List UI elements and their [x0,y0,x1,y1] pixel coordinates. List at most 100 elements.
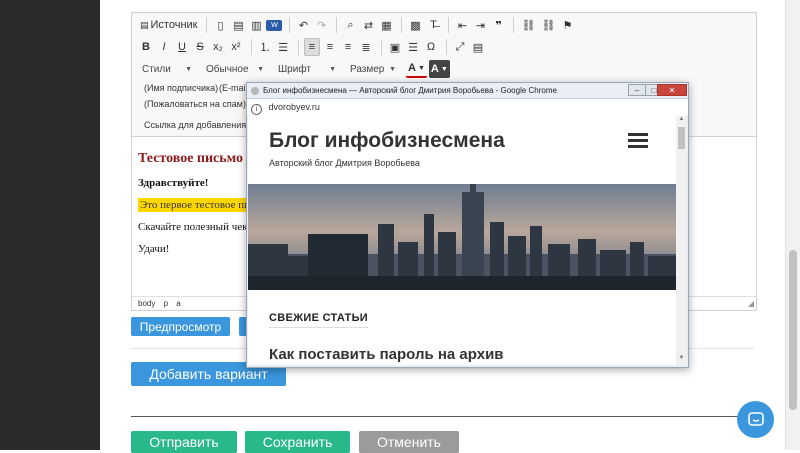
italic-button[interactable]: I [156,38,172,56]
paste-word-icon[interactable]: W [266,19,283,31]
bulleted-list-icon[interactable]: ☰ [275,38,291,56]
hero-image [248,184,676,290]
separator [448,17,450,33]
styles-combo-label: Стили [142,63,171,75]
popup-titlebar[interactable]: Блог инфобизнесмена — Авторский блог Дми… [247,83,688,98]
scroll-down-icon[interactable]: ▼ [676,355,687,365]
separator [289,17,291,33]
outdent-icon[interactable]: ⇤ [454,16,470,34]
select-all-icon[interactable]: ▦ [378,16,394,34]
bg-color-button[interactable]: A ▼ [428,60,450,78]
source-button[interactable]: ▤ Источник [138,16,199,34]
find-icon[interactable]: ⌕ [342,16,358,34]
subscript-button[interactable]: x₂ [210,38,226,56]
separator [401,17,403,33]
special-char-icon[interactable]: Ω [423,38,439,56]
address-bar[interactable]: i dvorobyev.ru [247,98,688,117]
path-body[interactable]: body [138,299,155,308]
separator [336,17,338,33]
city-skyline-image [248,184,676,290]
resize-handle-icon[interactable]: ◢ [748,299,754,308]
undo-icon[interactable]: ↶ [295,16,311,34]
size-combo-label: Размер [350,63,385,75]
show-blocks-icon[interactable]: ▤ [470,38,486,56]
toolbar-row-2: B I U S x₂ x² ⒈ ☰ ≡ ≡ ≡ ≣ ▣ ☰ Ω ⤢ ▤ [138,37,488,57]
chevron-down-icon: ▼ [257,65,264,73]
bold-button[interactable]: B [138,38,154,56]
path-a[interactable]: a [176,299,180,308]
format-combo[interactable]: Обычное ▼ [202,60,268,78]
close-icon[interactable]: ✕ [657,84,687,96]
chevron-down-icon: ▼ [329,65,336,73]
toolbar-row-3: Стили ▼ Обычное ▼ Шрифт ▼ Размер ▼ A ▼ A ▼ [138,59,452,79]
align-justify-icon[interactable]: ≣ [358,38,374,56]
popup-window-title: Блог инфобизнесмена — Авторский блог Дми… [263,86,557,95]
maximize-icon[interactable]: ⤢ [452,38,468,56]
styles-combo[interactable]: Стили ▼ [138,60,196,78]
image-icon[interactable]: ▣ [387,38,403,56]
format-block-icon[interactable]: ▩ [407,16,423,34]
blog-subtitle: Авторский блог Дмитрия Воробьева [269,158,420,168]
align-right-icon[interactable]: ≡ [340,38,356,56]
separator [251,39,252,55]
page-scroll-thumb[interactable] [789,250,797,410]
unlink-icon[interactable]: ⛓ [539,16,557,34]
paste-text-icon[interactable]: ▥ [248,16,264,34]
numbered-list-icon[interactable]: ⒈ [257,38,273,56]
hamburger-icon[interactable] [628,133,648,148]
redo-icon[interactable]: ↷ [313,16,329,34]
superscript-button[interactable]: x² [228,38,244,56]
underline-button[interactable]: U [174,38,190,56]
blockquote-icon[interactable]: ❞ [490,16,506,34]
align-left-icon[interactable]: ≡ [304,38,320,56]
new-page-icon[interactable]: ▯ [212,16,228,34]
preview-button[interactable]: Предпросмотр [131,317,230,336]
remove-format-icon[interactable]: T̶ [425,16,441,34]
chevron-down-icon: ▼ [185,65,192,73]
path-p[interactable]: p [164,299,168,308]
page-scrollbar[interactable] [785,0,800,450]
align-center-icon[interactable]: ≡ [322,38,338,56]
separator [513,17,515,33]
blog-title[interactable]: Блог инфобизнесмена [269,129,505,153]
section-title: СВЕЖИЕ СТАТЬИ [269,312,368,328]
chrome-popup-window[interactable]: Блог инфобизнесмена — Авторский блог Дми… [246,82,689,368]
replace-icon[interactable]: ⇄ [360,16,376,34]
info-icon[interactable]: i [251,104,262,115]
toolbar-row-1: ▤ Источник ▯ ▤ ▥ W ↶ ↷ ⌕ ⇄ ▦ ▩ T̶ ⇤ ⇥ ❞ … [138,15,577,35]
separator [446,39,447,55]
divider-dark [131,416,755,417]
separator [206,17,208,33]
link-icon[interactable]: ⛓ [519,16,537,34]
popup-page: Блог инфобизнесмена Авторский блог Дмитр… [248,116,676,365]
separator [381,39,382,55]
merge-subscriber-name[interactable]: (Имя подписчика) [144,83,218,93]
favicon-icon [251,87,259,95]
minimize-icon[interactable]: – [628,84,646,96]
indent-icon[interactable]: ⇥ [472,16,488,34]
paste-icon[interactable]: ▤ [230,16,246,34]
anchor-flag-icon[interactable]: ⚑ [559,16,575,34]
highlighted-text: Это первое тестовое пи [138,198,252,212]
merge-spam-report[interactable]: (Пожаловаться на спам) [144,99,246,109]
chat-bubble-icon [747,411,764,426]
scroll-up-icon[interactable]: ▲ [676,116,687,126]
font-combo[interactable]: Шрифт ▼ [274,60,340,78]
source-label: Источник [150,19,198,31]
source-icon: ▤ [140,19,149,30]
strike-button[interactable]: S [192,38,208,56]
post-title-link[interactable]: Как поставить пароль на архив [269,346,504,363]
address-url: dvorobyev.ru [268,102,320,112]
chat-button[interactable] [737,401,774,438]
text-color-button[interactable]: A ▼ [406,60,427,78]
merge-email[interactable]: (E-mail [219,83,248,93]
popup-scrollbar[interactable]: ▲ ▼ [676,116,687,365]
horizontal-rule-icon[interactable]: ☰ [405,38,421,56]
size-combo[interactable]: Размер ▼ [346,60,400,78]
format-combo-label: Обычное [206,63,249,75]
separator [298,39,299,55]
chevron-down-icon: ▼ [389,65,396,73]
font-combo-label: Шрифт [278,63,311,75]
scroll-thumb[interactable] [678,127,685,149]
left-sidebar [0,0,100,450]
